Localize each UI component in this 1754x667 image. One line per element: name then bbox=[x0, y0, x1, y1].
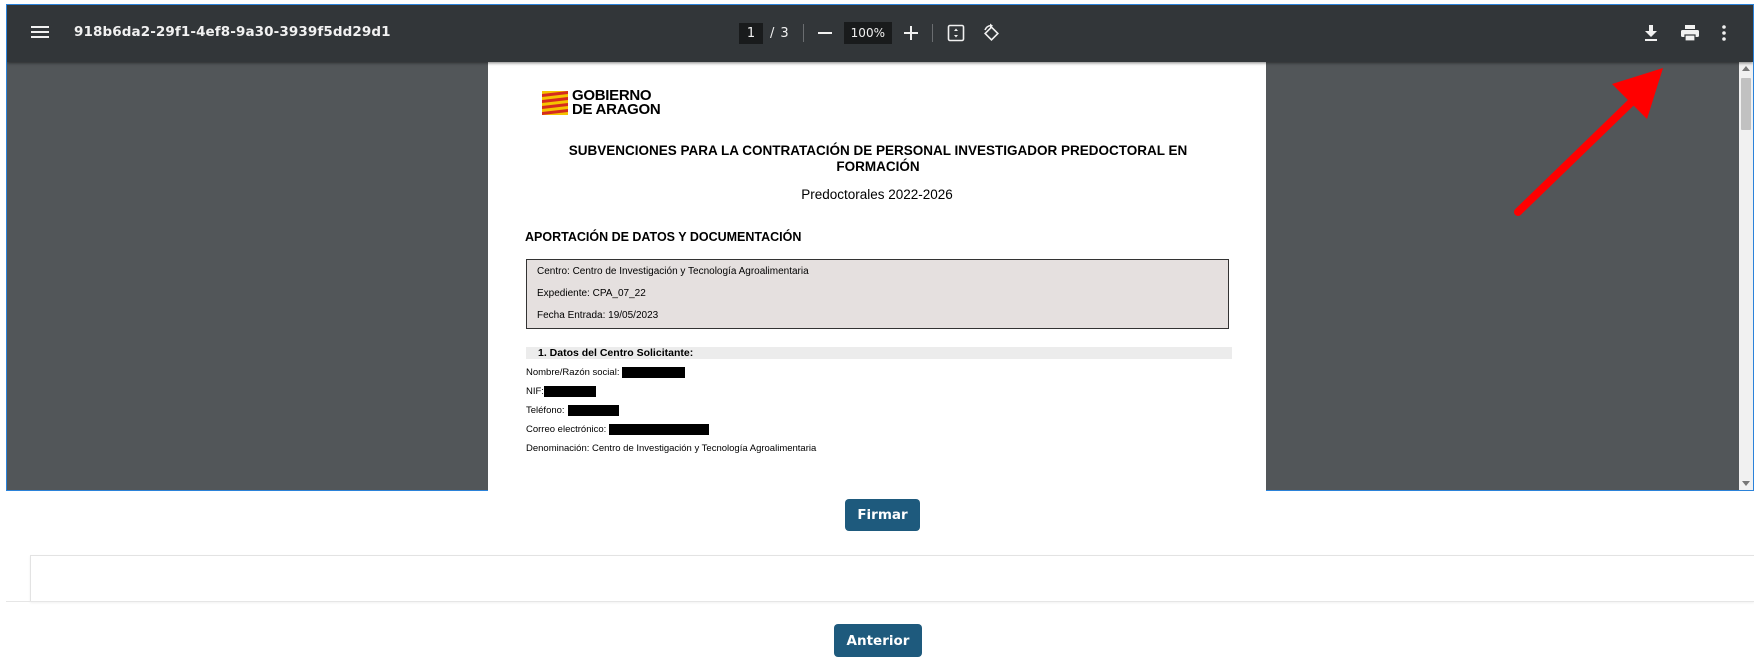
field-correo: Correo electrónico: bbox=[526, 424, 710, 435]
hamburger-menu-icon[interactable] bbox=[31, 24, 49, 42]
zoom-level-input[interactable]: 100% bbox=[843, 22, 892, 44]
document-heading: SUBVENCIONES PARA LA CONTRATACIÓN DE PER… bbox=[568, 143, 1188, 174]
field-nif-label: NIF: bbox=[526, 386, 544, 397]
section-heading: APORTACIÓN DE DATOS Y DOCUMENTACIÓN bbox=[525, 230, 802, 244]
plus-icon[interactable] bbox=[903, 26, 918, 40]
toolbar-divider bbox=[931, 24, 933, 42]
field-denominacion: Denominación: Centro de Investigación y … bbox=[526, 443, 816, 454]
field-nombre: Nombre/Razón social: bbox=[526, 367, 686, 378]
field-correo-label: Correo electrónico: bbox=[526, 424, 607, 435]
page-zoom-controls: 1 / 3 100% bbox=[739, 20, 1001, 46]
fit-page-icon[interactable] bbox=[947, 24, 965, 42]
rotate-icon[interactable] bbox=[981, 23, 1001, 43]
divider-line bbox=[6, 601, 1754, 602]
field-nif: NIF: bbox=[526, 386, 596, 397]
redaction-block bbox=[567, 405, 619, 416]
empty-panel bbox=[30, 555, 1754, 602]
field-telefono: Teléfono: bbox=[526, 405, 619, 416]
page-number-input[interactable]: 1 bbox=[739, 22, 763, 44]
info-expediente: Expediente: CPA_07_22 bbox=[537, 288, 646, 299]
aragon-flag-icon bbox=[542, 91, 568, 115]
field-denominacion-label: Denominación: Centro de Investigación y … bbox=[526, 443, 817, 454]
logo-line-2: DE ARAGON bbox=[572, 101, 661, 118]
more-vert-icon[interactable] bbox=[1722, 25, 1726, 41]
viewer-scrollbar[interactable] bbox=[1739, 62, 1753, 490]
print-icon[interactable] bbox=[1681, 25, 1699, 41]
redaction-block bbox=[622, 367, 686, 378]
page-total: 3 bbox=[780, 25, 789, 41]
document-title: 918b6da2-29f1-4ef8-9a30-3939f5dd29d1 bbox=[74, 24, 391, 40]
toolbar-divider bbox=[802, 24, 804, 42]
anterior-button[interactable]: Anterior bbox=[834, 624, 922, 657]
download-icon[interactable] bbox=[1644, 25, 1658, 41]
info-fecha: Fecha Entrada: 19/05/2023 bbox=[537, 310, 659, 321]
field-telefono-label: Teléfono: bbox=[526, 405, 565, 416]
expediente-info-box: Centro: Centro de Investigación y Tecnol… bbox=[526, 259, 1229, 329]
page-separator: / bbox=[770, 25, 775, 41]
scroll-up-arrow-icon[interactable] bbox=[1742, 66, 1750, 71]
minus-icon[interactable] bbox=[817, 26, 832, 40]
gobierno-aragon-logo: GOBIERNO DE ARAGON bbox=[542, 88, 661, 118]
scroll-down-arrow-icon[interactable] bbox=[1742, 481, 1750, 486]
pdf-page: GOBIERNO DE ARAGON SUBVENCIONES PARA LA … bbox=[488, 61, 1266, 491]
subsection-heading: 1. Datos del Centro Solicitante: bbox=[526, 347, 1232, 359]
pdf-canvas: GOBIERNO DE ARAGON SUBVENCIONES PARA LA … bbox=[6, 4, 1740, 491]
redaction-block bbox=[609, 424, 710, 435]
redaction-block bbox=[543, 386, 596, 397]
scrollbar-thumb[interactable] bbox=[1741, 78, 1751, 130]
info-centro: Centro: Centro de Investigación y Tecnol… bbox=[537, 266, 809, 277]
field-nombre-label: Nombre/Razón social: bbox=[526, 367, 620, 378]
document-subtitle: Predoctorales 2022-2026 bbox=[801, 187, 953, 202]
pdf-toolbar: 918b6da2-29f1-4ef8-9a30-3939f5dd29d1 1 /… bbox=[7, 5, 1753, 62]
firmar-button[interactable]: Firmar bbox=[845, 499, 920, 531]
red-arrow-annotation bbox=[1514, 68, 1663, 216]
